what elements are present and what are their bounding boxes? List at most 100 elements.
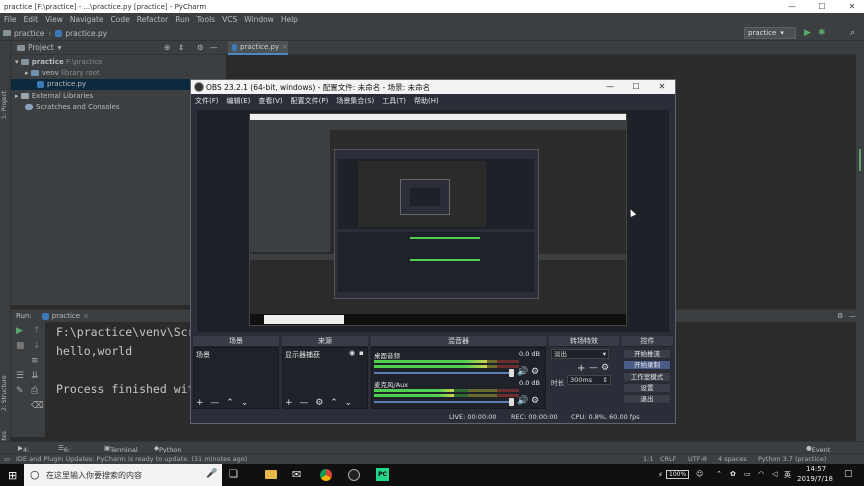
caret-position[interactable]: 1:1 — [643, 455, 653, 463]
hide-icon[interactable]: — — [210, 43, 218, 52]
tool-tab-python-console[interactable]: ◆ Python Console — [154, 444, 185, 462]
wrap-icon[interactable]: ≡ — [31, 355, 39, 367]
hide-icon[interactable]: — — [849, 312, 856, 320]
menu-code[interactable]: Code — [111, 15, 130, 24]
scroll-end-icon[interactable]: ⇊ — [31, 370, 39, 382]
tool-tab-todo[interactable]: ☰ 6: TODO — [58, 444, 83, 462]
chevron-down-icon[interactable]: ▾ — [58, 43, 62, 52]
power-icon[interactable]: ⚡ — [658, 471, 663, 479]
gear-icon[interactable]: ⚙ — [837, 312, 843, 320]
remove-icon[interactable]: — — [589, 363, 598, 373]
remove-icon[interactable]: — — [299, 398, 308, 408]
python-interpreter[interactable]: Python 3.7 (practice) — [758, 455, 826, 463]
menu-window[interactable]: Window — [244, 15, 274, 24]
chevron-down-icon[interactable]: ▾ — [15, 58, 21, 66]
menu-navigate[interactable]: Navigate — [70, 15, 104, 24]
close-button[interactable]: ✕ — [842, 0, 862, 13]
remove-icon[interactable]: — — [210, 398, 219, 408]
microphone-icon[interactable]: 🎤 — [206, 469, 217, 479]
settings-button[interactable]: 设置 — [623, 383, 671, 393]
taskbar-search-box[interactable]: ○ 在这里输入你要搜索的内容 🎤 — [24, 464, 222, 486]
menu-vcs[interactable]: VCS — [222, 15, 237, 24]
menu-edit[interactable]: Edit — [24, 15, 39, 24]
menu-help[interactable]: Help — [281, 15, 298, 24]
volume-slider[interactable] — [374, 369, 514, 377]
volume-slider[interactable] — [374, 398, 514, 406]
chevron-right-icon[interactable]: ▸ — [15, 92, 21, 100]
move-down-icon[interactable]: ⌄ — [241, 398, 249, 408]
chrome-icon[interactable] — [320, 469, 332, 481]
wifi-icon[interactable]: ◠ — [758, 470, 764, 478]
duration-input[interactable]: 300ms ⇕ — [567, 375, 611, 385]
obs-menu-file[interactable]: 文件(F) — [195, 96, 219, 106]
tool-tab-event-log[interactable]: ● Event Log — [806, 444, 830, 462]
mail-icon[interactable]: ✉ — [292, 468, 301, 481]
task-view-icon[interactable]: ❏ — [229, 469, 238, 480]
minimize-button[interactable]: — — [782, 0, 802, 13]
pin-icon[interactable]: ✎ — [16, 385, 24, 397]
obs-menu-edit[interactable]: 编辑(E) — [227, 96, 251, 106]
add-icon[interactable]: + — [285, 398, 293, 408]
tree-item-venv[interactable]: ▸ venv library root — [11, 68, 226, 79]
obs-icon[interactable] — [348, 469, 360, 481]
chevron-right-icon[interactable]: ▸ — [25, 69, 31, 77]
gear-icon[interactable]: ⚙ — [197, 43, 204, 52]
run-configuration-select[interactable]: practice ▾ — [744, 27, 796, 39]
obs-minimize-button[interactable]: — — [599, 80, 621, 94]
obs-close-button[interactable]: ✕ — [651, 80, 673, 94]
menu-refactor[interactable]: Refactor — [137, 15, 168, 24]
close-icon[interactable]: × — [282, 43, 288, 51]
tool-tab-terminal[interactable]: ▣ Terminal — [104, 444, 138, 454]
project-side-tab[interactable]: 1: Project — [1, 91, 8, 119]
menu-view[interactable]: View — [45, 15, 63, 24]
line-separator[interactable]: CRLF — [660, 455, 676, 463]
layout-icon[interactable]: ☰ — [16, 370, 24, 382]
pycharm-icon[interactable]: PC — [376, 468, 389, 481]
down-icon[interactable]: ↓ — [33, 340, 41, 352]
breadcrumb-project[interactable]: practice — [14, 29, 44, 38]
editor-tab-practice-py[interactable]: practice.py × — [228, 41, 288, 55]
obs-menu-profile[interactable]: 配置文件(P) — [291, 96, 329, 106]
move-up-icon[interactable]: ⌃ — [226, 398, 234, 408]
obs-menu-scene-collection[interactable]: 场景集合(S) — [336, 96, 374, 106]
battery-icon[interactable]: ▭ — [744, 470, 751, 478]
breadcrumb-file[interactable]: practice.py — [65, 29, 107, 38]
obs-menu-tools[interactable]: 工具(T) — [382, 96, 406, 106]
bug-icon[interactable]: ✱ — [818, 27, 826, 39]
obs-menu-view[interactable]: 查看(V) — [258, 96, 282, 106]
gear-icon[interactable]: ⚙ — [531, 367, 539, 377]
move-down-icon[interactable]: ⌄ — [345, 398, 353, 408]
tree-item-practice[interactable]: ▾ practice F:\practice — [11, 57, 226, 68]
play-icon[interactable]: ▶ — [804, 27, 811, 39]
target-icon[interactable]: ⊕ — [164, 43, 170, 52]
print-icon[interactable]: ⎙ — [31, 385, 38, 397]
tool-tab-run[interactable]: ▶ 4: Run — [18, 444, 35, 462]
status-message[interactable]: IDE and Plugin Updates: PyCharm is ready… — [16, 455, 247, 463]
windows-start-icon[interactable]: ⊞ — [8, 469, 17, 482]
up-icon[interactable]: ↑ — [33, 325, 41, 337]
clock-date[interactable]: 2019/7/18 — [797, 475, 833, 483]
ime-indicator[interactable]: 英 — [784, 470, 791, 480]
add-icon[interactable]: + — [196, 398, 204, 408]
menu-file[interactable]: File — [4, 15, 17, 24]
tray-app-icon[interactable]: ✿ — [730, 470, 736, 478]
structure-side-tab[interactable]: 2: Structure — [1, 375, 8, 411]
file-encoding[interactable]: UTF-8 — [688, 455, 707, 463]
collapse-icon[interactable]: ⇕ — [178, 43, 184, 52]
close-icon[interactable]: × — [83, 312, 89, 320]
start-streaming-button[interactable]: 开始推流 — [623, 349, 671, 359]
maximize-button[interactable]: ☐ — [812, 0, 832, 13]
clock-time[interactable]: 14:57 — [806, 465, 826, 473]
spinner-icon[interactable]: ⇕ — [603, 376, 608, 385]
file-explorer-icon[interactable] — [265, 470, 277, 479]
gear-icon[interactable]: ⚙ — [315, 398, 323, 408]
menu-tools[interactable]: Tools — [197, 15, 215, 24]
transition-select[interactable]: 淡出 ▾ — [551, 349, 609, 359]
studio-mode-button[interactable]: 工作室模式 — [623, 372, 671, 382]
speaker-icon[interactable]: 🔊 — [517, 396, 528, 406]
rerun-icon[interactable]: ▶ — [16, 325, 23, 337]
gear-icon[interactable]: ⚙ — [531, 396, 539, 406]
run-tab-practice[interactable]: practice — [52, 312, 80, 320]
move-up-icon[interactable]: ⌃ — [330, 398, 338, 408]
obs-preview[interactable] — [197, 110, 669, 332]
